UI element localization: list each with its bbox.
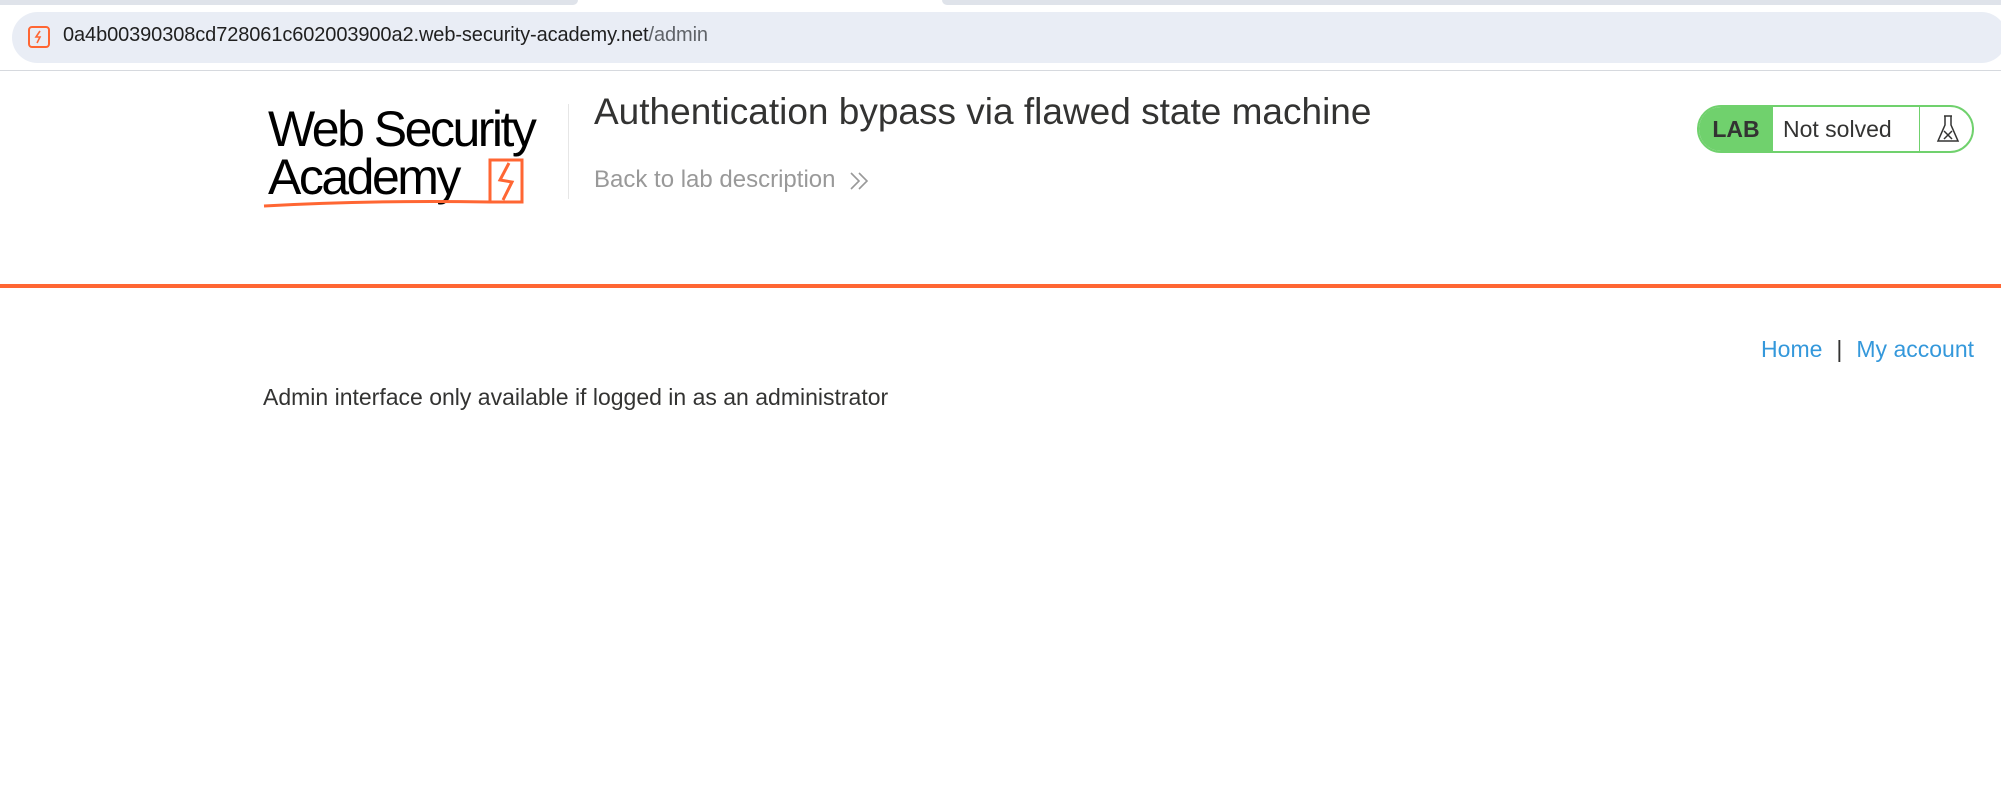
inactive-tab[interactable] xyxy=(942,0,2001,5)
logo-divider xyxy=(568,104,569,199)
inactive-tab[interactable] xyxy=(0,0,578,5)
flask-icon[interactable] xyxy=(1919,107,1972,151)
top-nav: Home | My account xyxy=(1761,336,1974,363)
logo-line-2: Academy xyxy=(268,149,461,205)
header-divider xyxy=(0,284,2001,288)
lab-status-text: Not solved xyxy=(1783,116,1892,142)
tab-strip xyxy=(0,0,2001,8)
site-favicon-icon[interactable] xyxy=(28,26,50,48)
lab-title: Authentication bypass via flawed state m… xyxy=(594,91,1372,132)
double-chevron-right-icon[interactable] xyxy=(848,170,870,197)
back-to-lab-description-link[interactable]: Back to lab description xyxy=(594,166,835,194)
my-account-link[interactable]: My account xyxy=(1856,336,1974,362)
web-security-academy-logo[interactable]: Web Security Academy xyxy=(262,102,568,212)
nav-separator: | xyxy=(1836,336,1843,362)
admin-message: Admin interface only available if logged… xyxy=(263,384,889,410)
chrome-divider xyxy=(0,70,2001,71)
url-text[interactable]: 0a4b00390308cd728061c602003900a2.web-sec… xyxy=(63,24,708,47)
lab-badge: LAB xyxy=(1699,107,1773,151)
lab-status-widget[interactable]: LAB Not solved xyxy=(1697,105,1974,153)
home-link[interactable]: Home xyxy=(1761,336,1822,362)
url-host: 0a4b00390308cd728061c602003900a2.web-sec… xyxy=(63,24,649,46)
url-path: /admin xyxy=(648,24,709,46)
